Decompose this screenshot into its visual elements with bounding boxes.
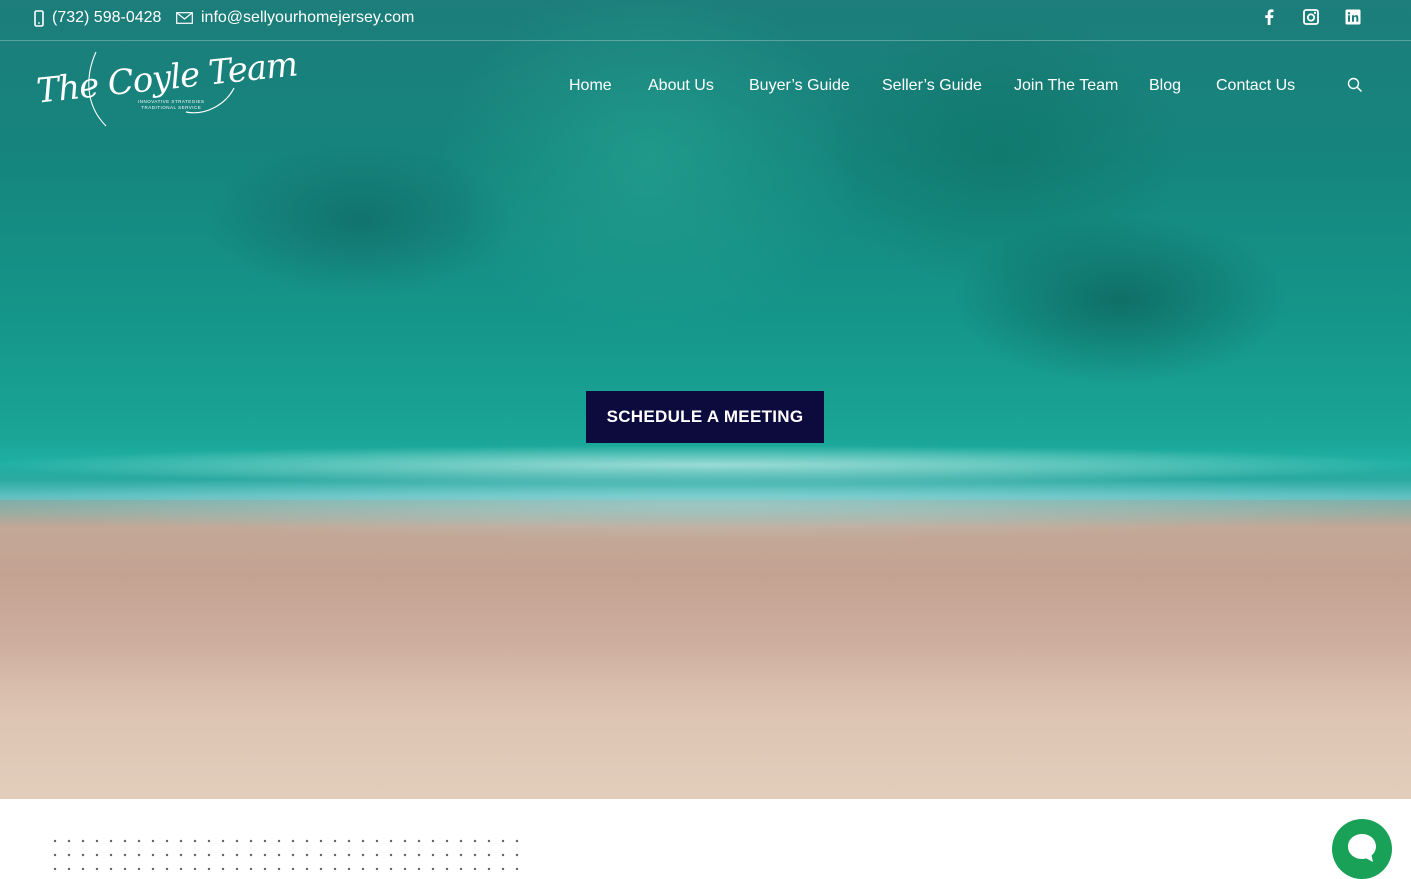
nav-about-us[interactable]: About Us	[648, 77, 714, 95]
logo-tagline: INNOVATIVE STRATEGIES TRADITIONAL SERVIC…	[138, 99, 205, 111]
instagram-link[interactable]	[1302, 8, 1320, 30]
nav-sellers-guide[interactable]: Seller’s Guide	[882, 77, 982, 95]
nav-blog[interactable]: Blog	[1149, 77, 1181, 95]
logo-tagline-line-2: TRADITIONAL SERVICE	[141, 105, 202, 110]
email-address: info@sellyourhomejersey.com	[201, 9, 415, 26]
search-button[interactable]	[1347, 77, 1365, 95]
nav-buyers-guide[interactable]: Buyer’s Guide	[749, 77, 850, 95]
logo-flourish	[88, 51, 235, 127]
phone-link[interactable]: (732) 598-0428	[34, 9, 161, 27]
mobile-phone-icon	[34, 9, 44, 27]
linkedin-icon	[1345, 9, 1361, 30]
site-logo[interactable]: The Coyle Team INNOVATIVE STRATEGIES TRA…	[35, 44, 299, 128]
surf-foam	[0, 470, 1411, 540]
facebook-icon	[1264, 8, 1274, 30]
top-bar: (732) 598-0428 info@sellyourhomejersey.c…	[0, 0, 1411, 41]
chat-button[interactable]	[1332, 819, 1392, 879]
instagram-icon	[1303, 8, 1319, 30]
email-link[interactable]: info@sellyourhomejersey.com	[176, 9, 414, 27]
envelope-icon	[176, 12, 193, 24]
facebook-link[interactable]	[1260, 8, 1278, 30]
search-icon	[1347, 77, 1363, 97]
chat-bubble-icon	[1345, 831, 1379, 868]
nav-join-the-team[interactable]: Join The Team	[1014, 77, 1118, 95]
nav-home[interactable]: Home	[569, 77, 612, 95]
nav-contact-us[interactable]: Contact Us	[1216, 77, 1295, 95]
phone-number: (732) 598-0428	[52, 9, 162, 26]
schedule-meeting-button[interactable]: SCHEDULE A MEETING	[586, 391, 824, 443]
decorative-dot-grid	[48, 834, 524, 870]
linkedin-link[interactable]	[1344, 9, 1362, 30]
